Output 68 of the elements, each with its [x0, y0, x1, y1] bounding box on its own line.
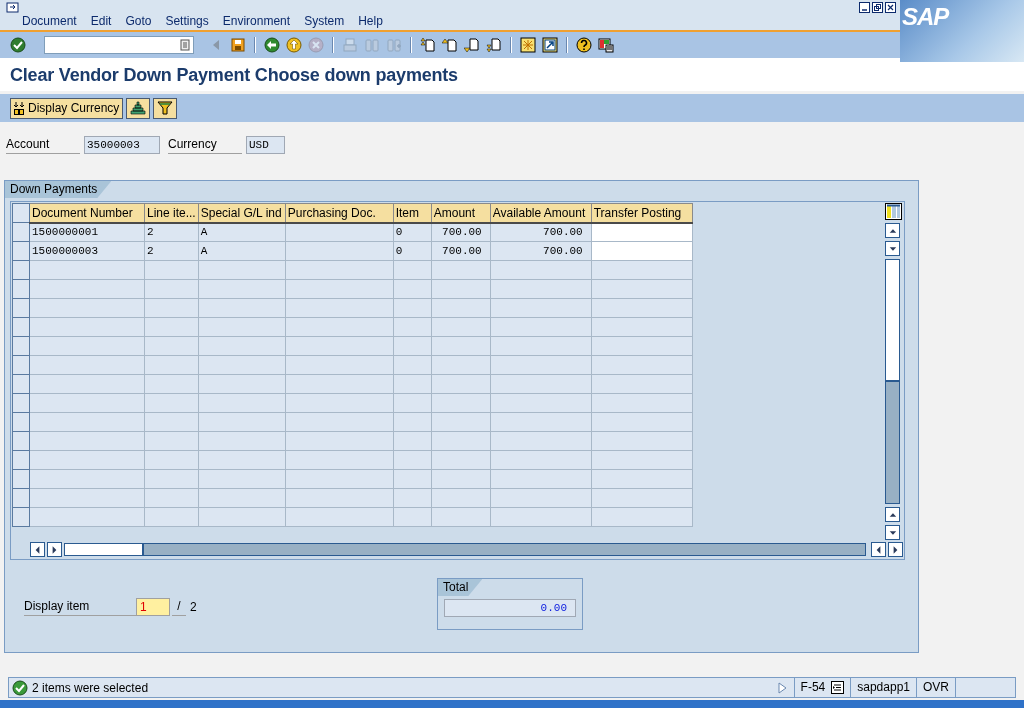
- print-button[interactable]: [126, 97, 151, 119]
- page-down-arrow-icon[interactable]: [464, 37, 480, 53]
- scroll-up-button[interactable]: [885, 507, 900, 522]
- item-number-field[interactable]: 1: [136, 598, 170, 616]
- scroll-right-button[interactable]: [888, 542, 903, 557]
- column-header[interactable]: Document Number: [29, 203, 145, 223]
- expand-arrows-icon: [14, 101, 24, 115]
- column-header[interactable]: Available Amount: [490, 203, 592, 223]
- list-icon[interactable]: [831, 681, 845, 694]
- column-header[interactable]: Amount: [431, 203, 491, 223]
- pyramid-icon: [130, 100, 147, 116]
- column-header[interactable]: Purchasing Doc.: [285, 203, 394, 223]
- menu-item[interactable]: Goto: [125, 14, 159, 29]
- display-currency-button[interactable]: Display Currency: [10, 97, 124, 119]
- group-title: Down Payments: [5, 181, 112, 198]
- up-arrow-circle-icon[interactable]: [286, 37, 302, 53]
- maximize-icon[interactable]: [872, 2, 883, 13]
- page-down-double-arrow-icon[interactable]: [486, 37, 502, 53]
- vertical-scrollbar[interactable]: [885, 259, 900, 504]
- help-icon[interactable]: [576, 37, 592, 53]
- column-header[interactable]: Transfer Posting: [591, 203, 693, 223]
- transaction-code: F-54: [800, 679, 826, 696]
- total-field: 0.00: [444, 599, 576, 617]
- group-title: Total: [438, 579, 483, 596]
- select-all-cell[interactable]: [12, 203, 30, 223]
- filter-button[interactable]: [153, 97, 178, 119]
- status-message: 2 items were selected: [32, 680, 149, 695]
- sap-logo: SAP: [900, 0, 1024, 62]
- insert-mode: OVR: [916, 678, 955, 697]
- menu-item[interactable]: Environment: [222, 14, 298, 29]
- field-label: Account: [6, 136, 80, 154]
- server-name: sapdapp1: [850, 678, 916, 697]
- scroll-left-button[interactable]: [30, 542, 45, 557]
- page-up-double-arrow-icon[interactable]: [420, 37, 436, 53]
- left-arrow-circle-icon[interactable]: [264, 37, 280, 53]
- menu-item[interactable]: Help: [358, 14, 390, 29]
- column-header[interactable]: Line ite...: [144, 203, 199, 223]
- read-only-field: USD: [246, 136, 285, 154]
- shortcut-icon[interactable]: [542, 37, 558, 53]
- menu-item[interactable]: Settings: [165, 14, 216, 29]
- minimize-icon[interactable]: [859, 2, 870, 13]
- check-icon: [12, 679, 28, 696]
- scroll-up-button[interactable]: [885, 223, 900, 238]
- menu-item[interactable]: System: [304, 14, 352, 29]
- scroll-left-button[interactable]: [871, 542, 886, 557]
- field-label: Currency: [168, 136, 242, 154]
- window-title: Clear Vendor Down Payment Choose down payments: [10, 64, 459, 87]
- close-icon[interactable]: [885, 2, 896, 13]
- scroll-right-button[interactable]: [47, 542, 62, 557]
- item-count: 2: [190, 599, 197, 616]
- menu-item[interactable]: Document: [22, 14, 84, 29]
- scroll-down-button[interactable]: [885, 241, 900, 256]
- column-layout-icon[interactable]: [885, 203, 902, 220]
- filter-icon: [157, 100, 174, 116]
- menu-item[interactable]: Edit: [90, 14, 119, 29]
- column-header[interactable]: Special G/L ind: [198, 203, 286, 223]
- monitor-settings-icon[interactable]: [598, 37, 614, 53]
- new-window-icon[interactable]: [520, 37, 536, 53]
- page-up-arrow-icon[interactable]: [442, 37, 458, 53]
- horizontal-scrollbar[interactable]: [64, 543, 866, 556]
- check-icon[interactable]: [10, 37, 26, 53]
- command-field[interactable]: [44, 36, 194, 54]
- read-only-field: 35000003: [84, 136, 160, 154]
- column-header[interactable]: Item: [393, 203, 432, 223]
- expand-triangle-icon[interactable]: [776, 680, 788, 695]
- separator-text: /: [172, 598, 186, 616]
- scroll-down-button[interactable]: [885, 525, 900, 540]
- window-menu-icon[interactable]: [6, 1, 20, 14]
